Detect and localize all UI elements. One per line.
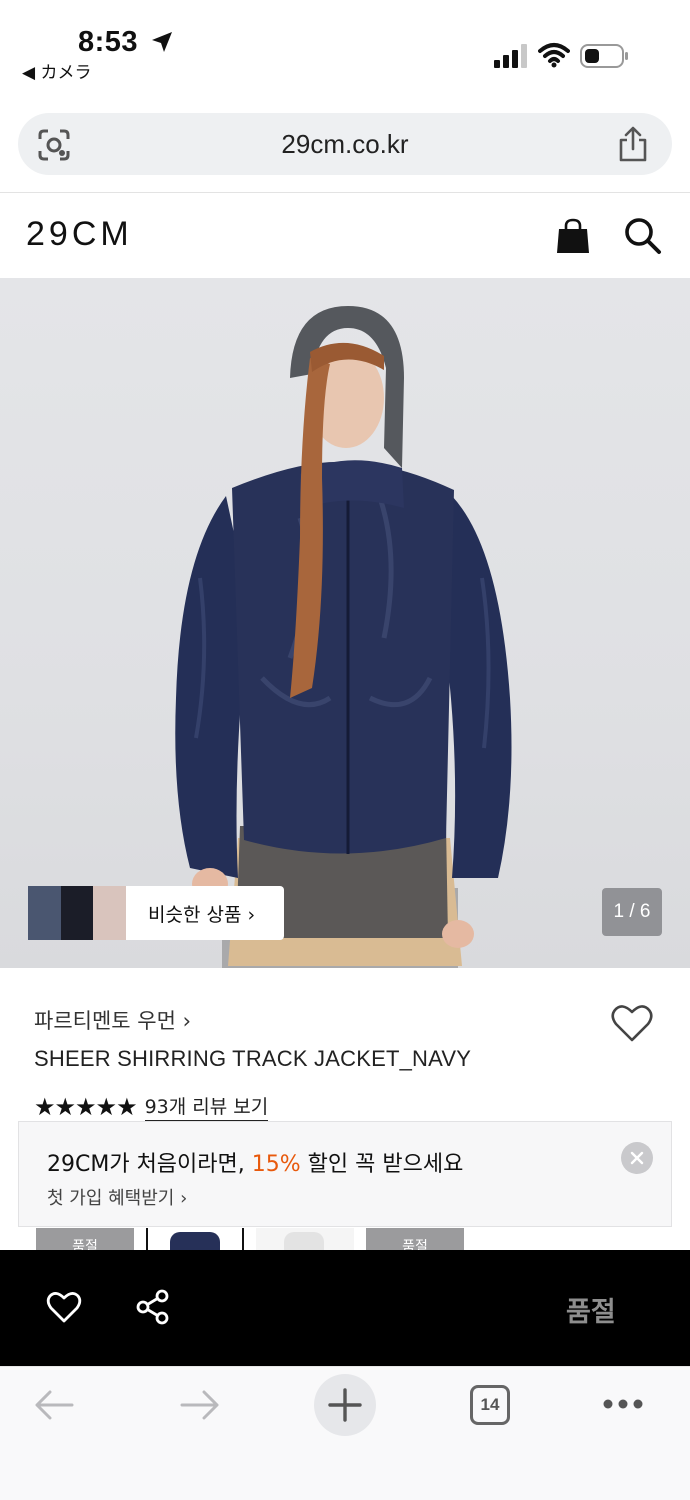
more-dots-icon[interactable] [602,1397,644,1411]
promo-title: 29CM가 처음이라면, 15% 할인 꼭 받으세요 [47,1146,463,1178]
clock: 8:53 [78,26,139,58]
share-nodes-icon[interactable] [134,1288,172,1326]
tab-switcher-button[interactable]: 14 [470,1385,510,1425]
promo-title-prefix: 29CM가 처음이라면, [47,1152,252,1177]
promo-signup-link[interactable]: 첫 가입 혜택받기 › [47,1184,187,1210]
heart-icon[interactable] [610,1002,654,1044]
site-logo[interactable]: 29CM [26,215,133,254]
brand-link[interactable]: 파르티멘토 우먼 › [34,1005,191,1035]
search-icon[interactable] [622,215,662,255]
forward-arrow-icon[interactable] [178,1387,222,1423]
color-swatch[interactable]: 품절 [366,1228,464,1250]
similar-products-thumbnails [28,886,127,940]
rating: ★★★★★ 93개 리뷰 보기 [34,1092,269,1121]
cellular-signal-icon [494,44,527,68]
wifi-icon [538,43,570,68]
star-rating: ★★★★★ [34,1092,138,1121]
shopping-bag-icon[interactable] [554,217,592,255]
product-photo [175,306,512,968]
back-arrow-icon[interactable] [32,1387,76,1423]
color-swatch[interactable]: 품절 [36,1228,134,1250]
close-icon [630,1151,644,1165]
browser-toolbar: 14 [0,1366,690,1500]
product-name: SHEER SHIRRING TRACK JACKET_NAVY [34,1046,472,1071]
similar-products-button[interactable]: 비슷한 상품 › [28,886,284,940]
purchase-action-bar: 품절 [0,1250,690,1366]
image-counter: 1 / 6 [602,888,662,936]
close-button[interactable] [621,1142,653,1174]
signup-promo-banner[interactable]: 29CM가 처음이라면, 15% 할인 꼭 받으세요 첫 가입 혜택받기 › [18,1121,672,1227]
battery-icon [580,44,628,68]
url-text[interactable]: 29cm.co.kr [18,129,672,160]
back-to-app-link[interactable]: ◀ カメラ [22,58,91,83]
swatch-soldout-label: 품절 [72,1239,98,1250]
new-tab-button[interactable] [314,1374,376,1436]
promo-discount: 15% [251,1152,301,1177]
soldout-button[interactable]: 품절 [566,1290,616,1329]
share-icon[interactable] [616,125,650,163]
swatch-soldout-label: 품절 [402,1239,428,1250]
similar-products-label: 비슷한 상품 › [148,903,256,926]
wishlist-heart-icon[interactable] [46,1290,82,1324]
url-bar[interactable]: 29cm.co.kr [18,113,672,175]
location-arrow-icon [152,32,172,52]
color-swatch[interactable] [256,1228,354,1250]
plus-icon [328,1388,362,1422]
product-image-carousel[interactable]: 비슷한 상품 › 1 / 6 [0,278,690,968]
promo-title-suffix: 할인 꼭 받으세요 [300,1152,464,1177]
site-header: 29CM [0,193,690,278]
review-link[interactable]: 93개 리뷰 보기 [144,1092,269,1121]
color-swatch[interactable] [146,1228,244,1250]
status-bar: 8:53 ◀ カメラ [0,0,690,100]
